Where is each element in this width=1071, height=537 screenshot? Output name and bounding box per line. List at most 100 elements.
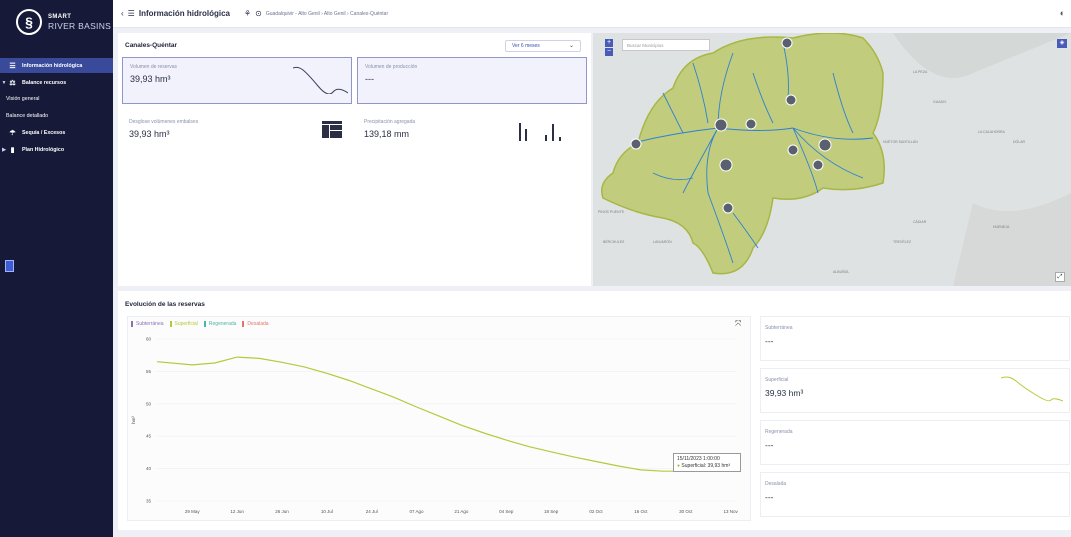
summary-panel: Canales-Quéntar Ver 6 meses ⌄ Volumen de…: [118, 33, 591, 286]
page-title: Información hidrológica: [138, 9, 230, 18]
user-icon[interactable]: ◐: [1060, 8, 1065, 18]
x-tick-label: 13 Nov: [723, 509, 738, 514]
breadcrumb[interactable]: Guadalquivir - Alto Genil › Alto Genil ›…: [266, 11, 388, 17]
legend-regenerada[interactable]: Regenerada: [203, 321, 236, 327]
precipitation-card[interactable]: Precipitación agregada 139,18 mm: [357, 113, 587, 153]
period-select[interactable]: Ver 6 meses ⌄: [505, 40, 581, 52]
place-label: CÁDIAR: [913, 220, 927, 224]
sidebar-item-label: Balance detallado: [6, 112, 49, 119]
list-icon: ☰: [127, 9, 135, 18]
side-card-desalada[interactable]: Desalada ---: [760, 472, 1070, 517]
side-card-subterranea[interactable]: Subterránea ---: [760, 316, 1070, 361]
book-icon: ▮: [10, 146, 15, 154]
place-label: LA CALAHORRA: [978, 130, 1006, 134]
x-tick-label: 16 Oct: [634, 509, 648, 514]
sidebar-item-label: Información hidrológica: [22, 62, 83, 69]
chart-tooltip: 15/11/2023 1:00:00 ● Superficial: 39,93 …: [673, 453, 741, 472]
x-tick-label: 18 Sep: [544, 509, 559, 514]
zoom-in-button[interactable]: +: [605, 39, 613, 47]
collapse-handle[interactable]: [5, 260, 14, 272]
sidebar-item-label: Plan Hidrológico: [22, 146, 65, 153]
hierarchy-icon: ⚘: [243, 9, 252, 18]
card-label: Precipitación agregada: [364, 119, 416, 125]
production-volume-card[interactable]: Volumen de producción ---: [357, 57, 587, 104]
y-tick-label: 35: [146, 499, 152, 504]
side-card-value: ---: [765, 492, 774, 502]
chevron-down-icon: ⌄: [568, 43, 574, 49]
sparkline: [1001, 376, 1063, 402]
place-label: PINOS PUENTE: [598, 210, 625, 214]
x-tick-label: 29 May: [185, 509, 201, 514]
series-dot-icon: ●: [677, 463, 681, 469]
reserves-volume-card[interactable]: Volumen de reservas 39,93 hm³: [122, 57, 352, 104]
top-header: ‹ ☰ Información hidrológica ⚘ ⊙ Guadalqu…: [113, 0, 1071, 28]
basin-title: Canales-Quéntar: [125, 42, 178, 49]
x-tick-label: 21 Ago: [454, 509, 469, 514]
sidebar-item-plan[interactable]: ▶ ▮ Plan Hidrológico: [0, 142, 113, 157]
legend-desalada[interactable]: Desalada: [242, 321, 269, 327]
period-select-value: Ver 6 meses: [512, 43, 540, 49]
card-label: Desglose volúmenes embalses: [129, 119, 199, 125]
card-value: 139,18 mm: [364, 129, 410, 139]
sidebar-item-label: Balance recursos: [22, 79, 67, 86]
place-label: HUENEJA: [993, 225, 1010, 229]
legend-superficial[interactable]: Superficial: [169, 321, 198, 327]
sidebar-item-hydrology[interactable]: ☰ Información hidrológica: [0, 58, 113, 73]
basin-map[interactable]: PINOS PUENTE LA PEZA HUÉTOR SANTILLÁN LA…: [593, 33, 1071, 286]
sidebar-item-detailed-balance[interactable]: Balance detallado: [0, 108, 113, 123]
zoom-out-button[interactable]: −: [605, 48, 613, 56]
tooltip-date: 15/11/2023 1:00:00: [677, 456, 720, 462]
reserves-line-chart: 35 40 45 50 55 60 hm³ 29 May 12 Jun 26 Jun 10 Jul 2…: [131, 337, 740, 514]
x-tick-label: 30 Oct: [679, 509, 693, 514]
x-tick-label: 24 Jul: [366, 509, 378, 514]
card-value: ---: [365, 74, 374, 84]
chevron-right-icon: ▶: [2, 146, 6, 153]
y-tick-label: 50: [146, 401, 152, 406]
map-canvas[interactable]: PINOS PUENTE LA PEZA HUÉTOR SANTILLÁN LA…: [593, 33, 1071, 286]
card-label: Volumen de producción: [365, 64, 418, 70]
place-label: DÓLAR: [1013, 139, 1026, 144]
sparkline: [293, 66, 348, 94]
card-label: Volumen de reservas: [130, 64, 177, 70]
app-logo[interactable]: § SMART RIVER BASINS: [16, 9, 111, 35]
chevron-down-icon: ▼: [1, 79, 7, 86]
sidebar-item-overview[interactable]: Visión general: [0, 91, 113, 106]
y-axis-label: hm³: [131, 416, 136, 424]
card-value: 39,93 hm³: [130, 74, 171, 84]
side-card-label: Superficial: [765, 377, 789, 383]
bar-sparkline: [519, 123, 561, 141]
x-tick-label: 02 Oct: [589, 509, 603, 514]
sidebar-item-label: Sequía / Excesos: [22, 129, 66, 136]
expand-icon[interactable]: ⤧: [735, 319, 741, 329]
sidebar-item-balance[interactable]: ▼ ⚖ Balance recursos: [0, 75, 113, 90]
list-icon: ☰: [9, 62, 16, 70]
side-card-superficial[interactable]: Superficial 39,93 hm³: [760, 368, 1070, 413]
balance-icon: ⚖: [9, 79, 16, 87]
fullscreen-icon[interactable]: ⤢: [1055, 272, 1065, 282]
y-tick-label: 45: [146, 434, 152, 439]
sidebar-item-drought[interactable]: ☂ Sequía / Excesos: [0, 125, 113, 140]
location-icon: ⊙: [255, 9, 262, 18]
logo-bottom-text: RIVER BASINS: [48, 21, 112, 31]
side-card-label: Subterránea: [765, 325, 793, 331]
place-label: LANJARÓN: [653, 239, 672, 244]
reserves-evolution-panel: Evolución de las reservas Subterránea Su…: [118, 291, 1071, 530]
legend-subterranea[interactable]: Subterránea: [131, 321, 164, 327]
municipality-search[interactable]: Buscar Municipios: [622, 39, 710, 51]
side-card-value: ---: [765, 336, 774, 346]
x-tick-label: 12 Jun: [230, 509, 244, 514]
x-tick-label: 07 Ago: [410, 509, 425, 514]
side-card-value: ---: [765, 440, 774, 450]
side-card-regenerada[interactable]: Regenerada ---: [760, 420, 1070, 465]
x-tick-label: 04 Sep: [499, 509, 514, 514]
place-label: BÉRCHULES: [603, 239, 625, 244]
back-icon[interactable]: ‹: [121, 9, 124, 18]
place-label: HUÉTOR SANTILLÁN: [883, 139, 918, 144]
place-label: ALBUÑOL: [833, 269, 849, 274]
y-tick-label: 40: [146, 466, 152, 471]
treemap-icon: [322, 121, 342, 138]
side-card-label: Regenerada: [765, 429, 793, 435]
reservoir-breakdown-card[interactable]: Desglose volúmenes embalses 39,93 hm³: [122, 113, 352, 153]
side-card-value: 39,93 hm³: [765, 388, 804, 398]
layers-icon[interactable]: ◈: [1057, 39, 1067, 48]
